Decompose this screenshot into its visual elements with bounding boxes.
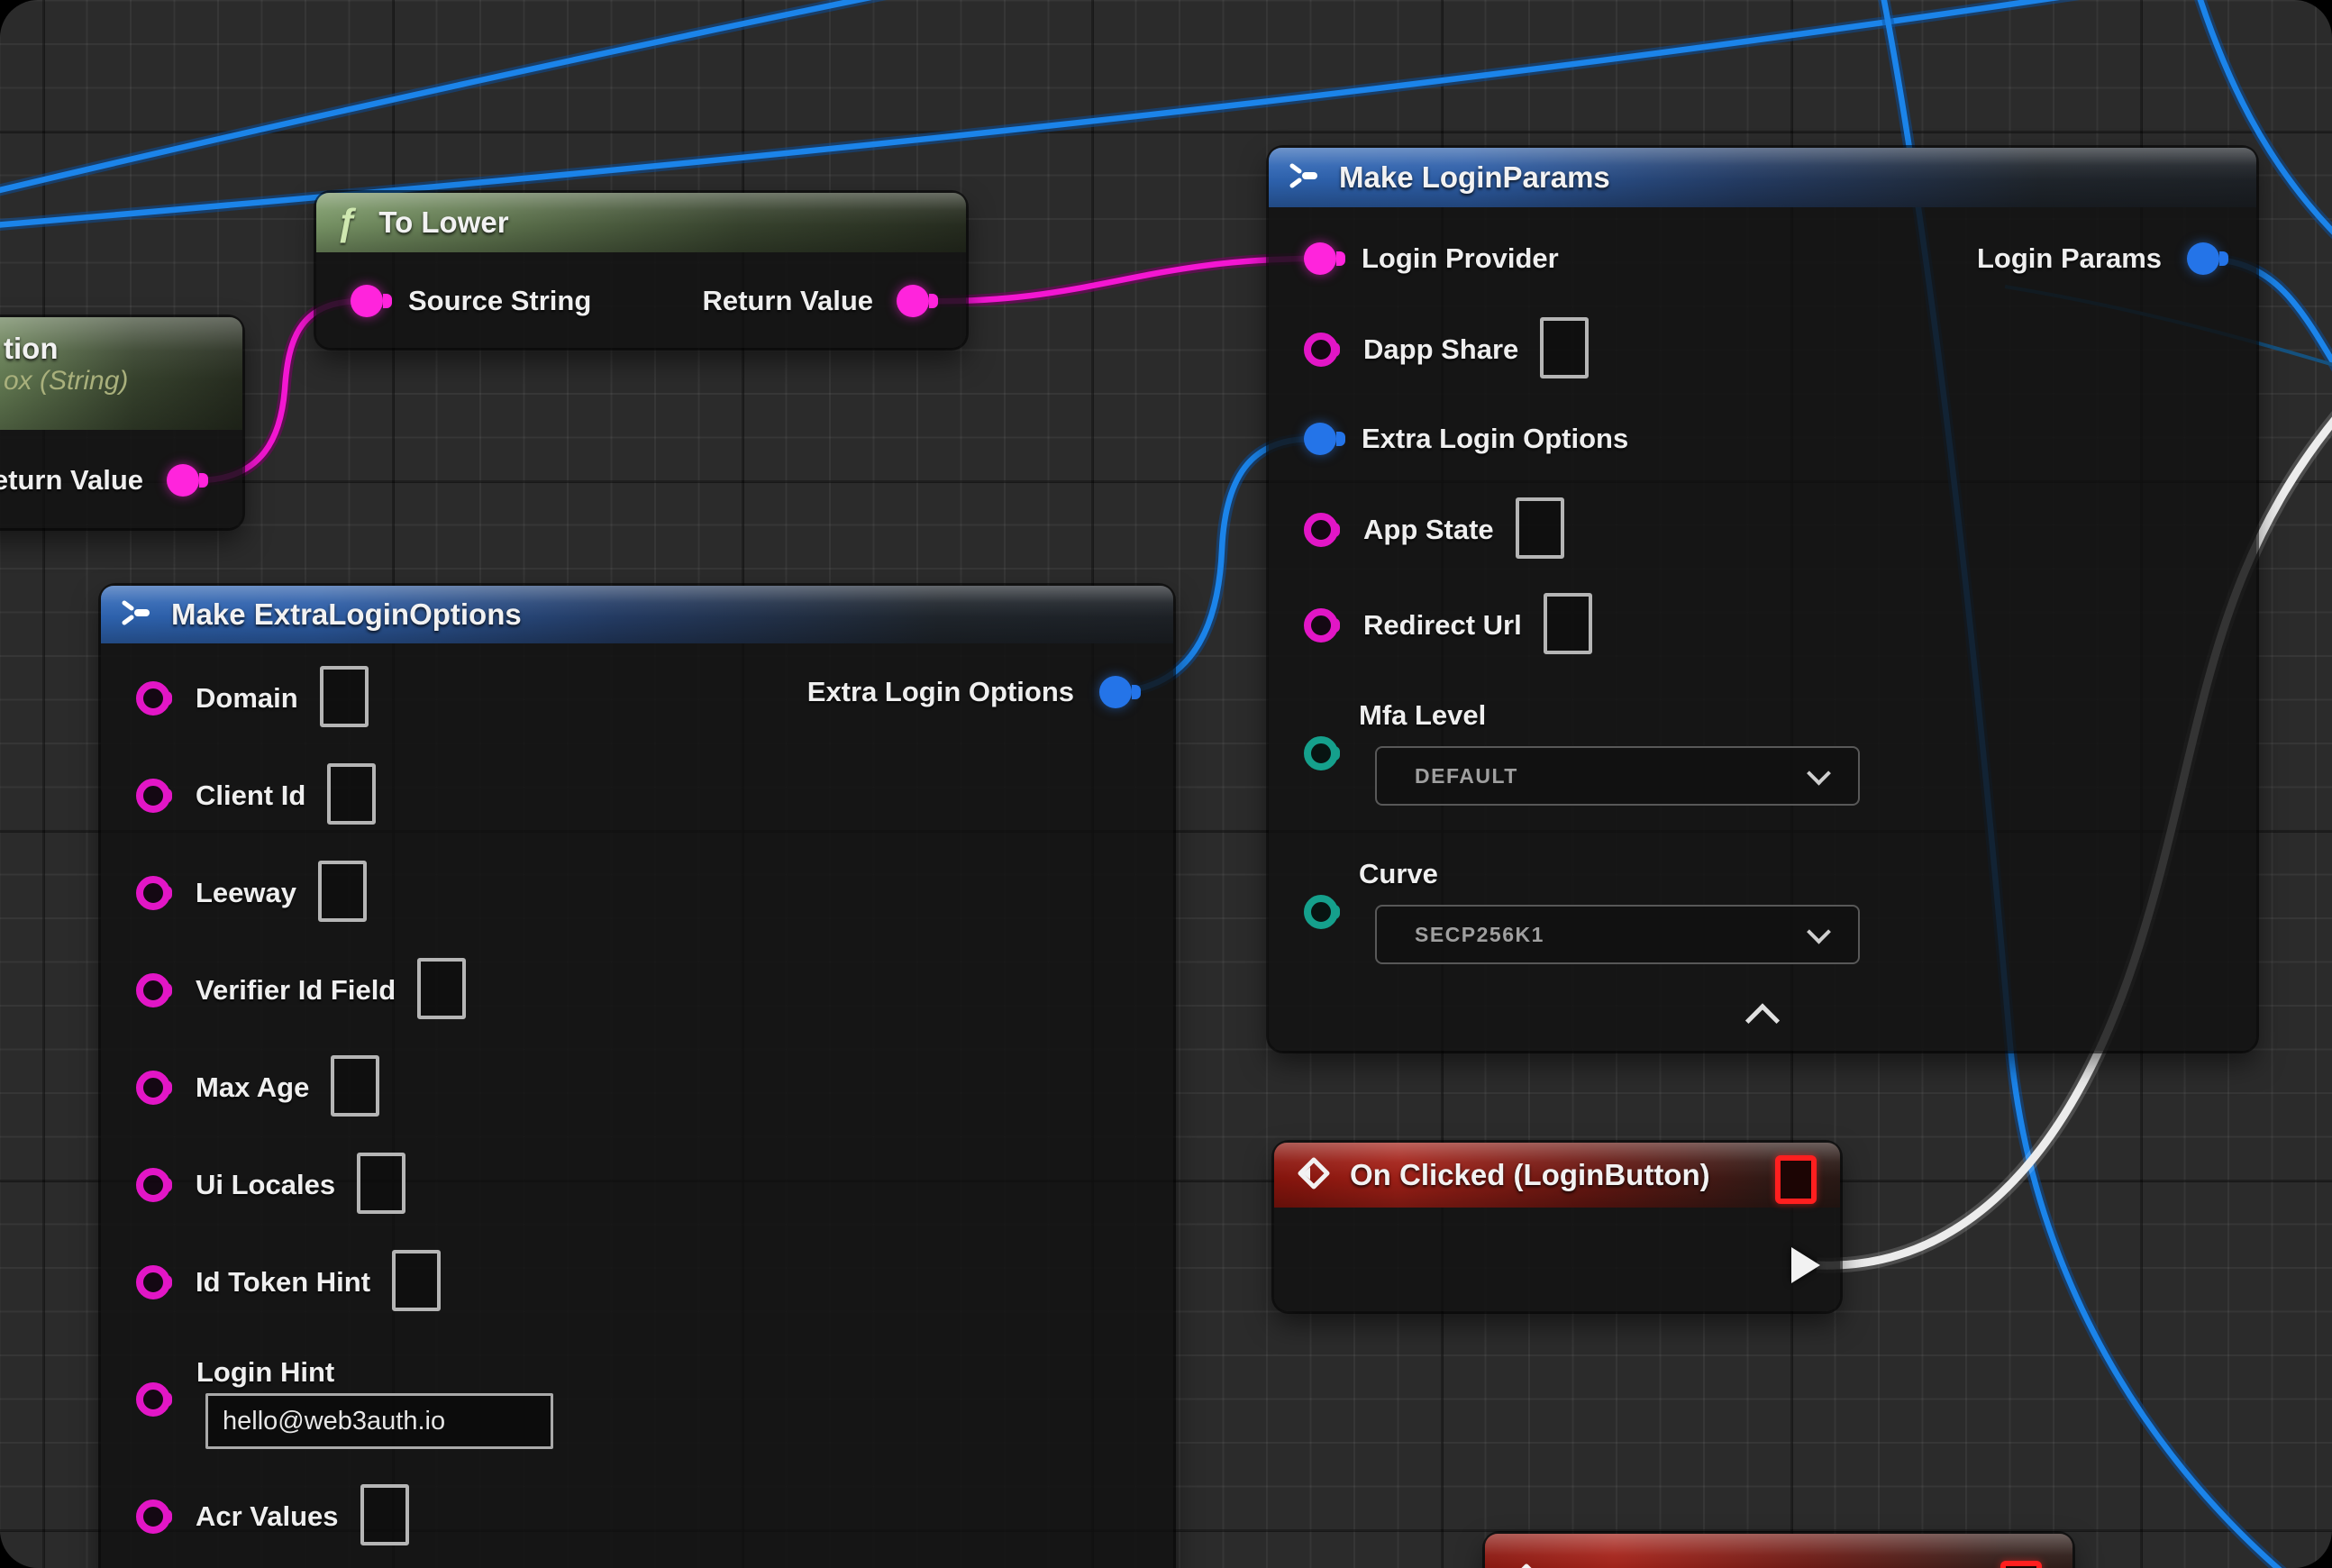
make-extra-login-options-header[interactable]: Make ExtraLoginOptions [101, 586, 1173, 643]
client-id-value-box[interactable] [327, 763, 376, 825]
extra-login-options-input-pin[interactable] [1304, 423, 1336, 455]
max-age-input-pin[interactable] [136, 1071, 170, 1105]
on-clicked-login-header[interactable]: On Clicked (LoginButton) [1274, 1143, 1840, 1208]
collapse-node-chevron-icon[interactable] [1745, 1003, 1780, 1037]
id-token-hint-input-pin[interactable] [136, 1265, 170, 1299]
event-bind-square-icon [1775, 1155, 1817, 1204]
client-id-input-pin[interactable] [136, 779, 170, 813]
ui-locales-value-box[interactable] [357, 1153, 405, 1214]
login-hint-text-input[interactable]: hello@web3auth.io [205, 1393, 553, 1449]
domain-value-box[interactable] [320, 666, 369, 727]
make-login-params-title: Make LoginParams [1339, 160, 1610, 195]
login-hint-input-pin[interactable] [136, 1382, 170, 1417]
return-value-label: Return Value [0, 464, 143, 497]
to-lower-header[interactable]: ƒ To Lower [316, 193, 966, 252]
dapp-share-label: Dapp Share [1363, 333, 1518, 366]
event-diamond-icon [1508, 1562, 1544, 1568]
ui-locales-input-pin[interactable] [136, 1168, 170, 1202]
event-diamond-icon [1296, 1155, 1332, 1196]
app-state-value-box[interactable] [1516, 497, 1564, 559]
extra-login-options-label: Extra Login Options [1362, 423, 1628, 455]
login-hint-label: Login Hint [196, 1356, 334, 1389]
max-age-value-box[interactable] [331, 1055, 379, 1117]
mfa-level-value: DEFAULT [1415, 764, 1518, 789]
curve-enum-pin[interactable] [1304, 895, 1338, 929]
app-state-input-pin[interactable] [1304, 513, 1338, 547]
acr-values-value-box[interactable] [360, 1484, 409, 1545]
id-token-hint-value-box[interactable] [392, 1250, 441, 1311]
node-title-fragment: tion [4, 332, 128, 366]
exec-output-pin[interactable] [1791, 1247, 1820, 1283]
make-login-params-node[interactable]: Make LoginParams Login Provider Login Pa… [1269, 148, 2256, 1051]
acr-values-label: Acr Values [196, 1500, 339, 1533]
login-params-out-label: Login Params [1977, 242, 2162, 275]
to-lower-return-value-label: Return Value [703, 285, 874, 317]
redirect-url-label: Redirect Url [1363, 609, 1522, 642]
blueprint-graph-canvas[interactable]: tion ox (String) Return Value ƒ To Lower… [0, 0, 2332, 1568]
client-id-label: Client Id [196, 779, 305, 812]
dapp-share-value-box[interactable] [1540, 317, 1589, 378]
login-params-output-pin[interactable] [2187, 242, 2219, 275]
mfa-level-dropdown[interactable]: DEFAULT [1375, 746, 1860, 806]
make-login-params-header[interactable]: Make LoginParams [1269, 148, 2256, 207]
return-value-output-pin[interactable] [167, 464, 199, 497]
source-string-input-pin[interactable] [351, 285, 383, 317]
app-state-label: App State [1363, 514, 1494, 546]
login-provider-input-pin[interactable] [1304, 242, 1336, 275]
on-clicked-login-title: On Clicked (LoginButton) [1350, 1158, 1710, 1192]
verifier-id-field-input-pin[interactable] [136, 973, 170, 1007]
redirect-url-input-pin[interactable] [1304, 608, 1338, 643]
login-provider-label: Login Provider [1362, 242, 1559, 275]
curve-value: SECP256K1 [1415, 923, 1544, 947]
make-extra-login-options-node[interactable]: Make ExtraLoginOptions Extra Login Optio… [101, 586, 1173, 1568]
partial-function-node-header[interactable]: tion ox (String) [0, 317, 242, 430]
to-lower-title: To Lower [378, 205, 508, 240]
mfa-level-enum-pin[interactable] [1304, 736, 1338, 770]
extra-login-options-out-label: Extra Login Options [807, 676, 1074, 708]
leeway-input-pin[interactable] [136, 876, 170, 910]
source-string-label: Source String [408, 285, 591, 317]
partial-function-node[interactable]: tion ox (String) Return Value [0, 317, 242, 528]
login-hint-value: hello@web3auth.io [223, 1407, 445, 1436]
node-subtitle-fragment: ox (String) [4, 366, 128, 397]
on-clicked-logout-header[interactable]: On Clicked (LogoutButton) [1485, 1534, 2072, 1568]
dapp-share-input-pin[interactable] [1304, 333, 1338, 367]
curve-label: Curve [1359, 858, 1438, 890]
acr-values-input-pin[interactable] [136, 1500, 170, 1534]
to-lower-node[interactable]: ƒ To Lower Source String Return Value [316, 193, 966, 348]
function-icon: ƒ [336, 201, 357, 244]
chevron-down-icon [1807, 920, 1831, 944]
event-bind-square-icon [2000, 1561, 2042, 1568]
header-sheen [1485, 1534, 2072, 1568]
make-extra-login-options-title: Make ExtraLoginOptions [171, 597, 522, 632]
make-struct-icon [1289, 162, 1319, 194]
mfa-level-label: Mfa Level [1359, 699, 1486, 732]
on-clicked-login-button-node[interactable]: On Clicked (LoginButton) [1274, 1143, 1840, 1311]
leeway-value-box[interactable] [318, 861, 367, 922]
chevron-down-icon [1807, 761, 1831, 786]
make-struct-icon [121, 599, 151, 631]
on-clicked-logout-button-node[interactable]: On Clicked (LogoutButton) [1485, 1534, 2072, 1568]
max-age-label: Max Age [196, 1071, 309, 1104]
verifier-id-field-label: Verifier Id Field [196, 974, 396, 1007]
id-token-hint-label: Id Token Hint [196, 1266, 370, 1299]
domain-label: Domain [196, 682, 298, 715]
domain-input-pin[interactable] [136, 681, 170, 716]
leeway-label: Leeway [196, 877, 296, 909]
redirect-url-value-box[interactable] [1544, 593, 1592, 654]
curve-dropdown[interactable]: SECP256K1 [1375, 905, 1860, 964]
ui-locales-label: Ui Locales [196, 1169, 335, 1201]
to-lower-return-value-pin[interactable] [897, 285, 929, 317]
verifier-id-field-value-box[interactable] [417, 958, 466, 1019]
extra-login-options-output-pin[interactable] [1099, 676, 1132, 708]
